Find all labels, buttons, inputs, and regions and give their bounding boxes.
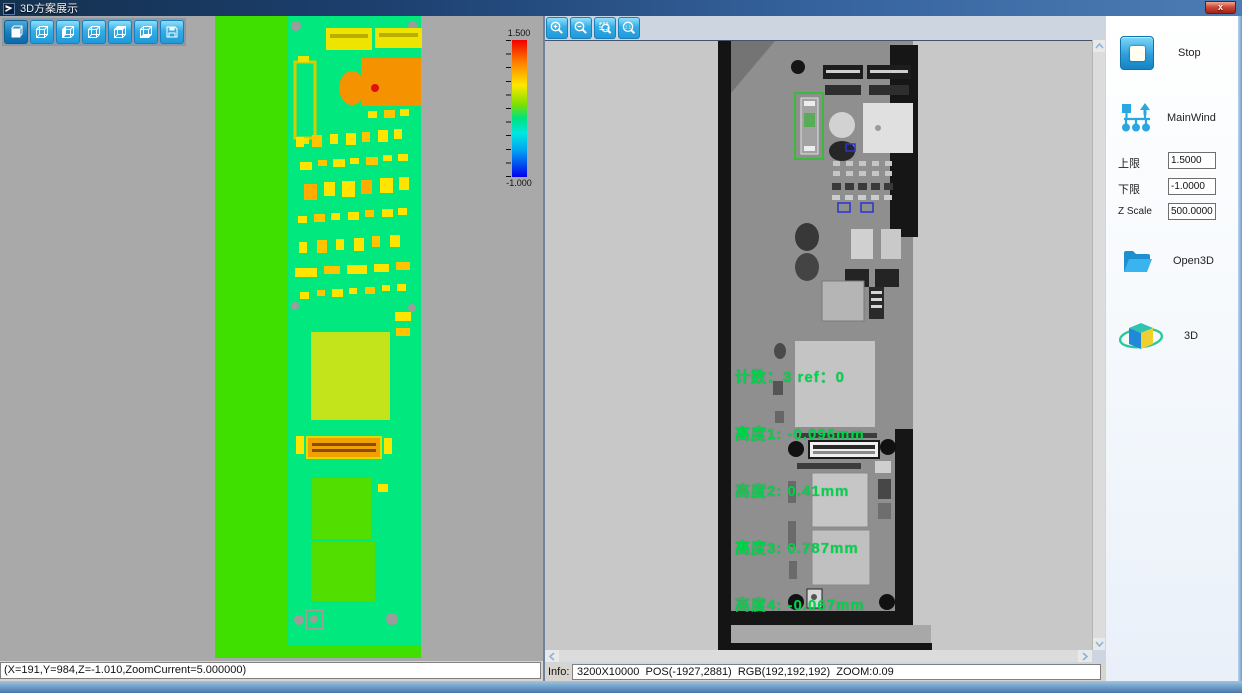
zoom-in-button[interactable] — [546, 17, 568, 39]
annotation-height2: 高度2: 0.41mm — [735, 482, 865, 501]
image-info-text: 3200X10000 POS(-1927,2881) RGB(192,192,1… — [572, 664, 1101, 680]
cube-top-face-icon — [112, 24, 128, 40]
cursor-status-text: (X=191,Y=984,Z=-1.010,ZoomCurrent=5.0000… — [0, 662, 541, 679]
view-cube-bottom-button[interactable] — [134, 20, 158, 44]
zoom-rect-icon — [597, 20, 613, 36]
colorbar-max-label: 1.500 — [498, 28, 540, 39]
stop-label: Stop — [1178, 47, 1201, 59]
left-statusbar: (X=191,Y=984,Z=-1.010,ZoomCurrent=5.0000… — [0, 661, 543, 681]
upper-limit-input[interactable] — [1168, 152, 1216, 169]
window-frame-right — [1238, 16, 1242, 681]
upper-limit-label: 上限 — [1118, 155, 1140, 171]
view-cube-wireframe-button[interactable] — [30, 20, 54, 44]
zoom-rect-button[interactable] — [594, 17, 616, 39]
cube-wireframe-icon — [34, 24, 50, 40]
info-label: Info: — [548, 666, 569, 678]
open3d-label: Open3D — [1173, 255, 1214, 267]
horizontal-scrollbar[interactable] — [545, 650, 1092, 662]
view-cube-front-button[interactable] — [82, 20, 106, 44]
grayscale-canvas[interactable]: 计数：3 ref：0 高度1: -0.096mm 高度2: 0.41mm 高度3… — [545, 40, 1092, 650]
right-statusbar: Info: 3200X10000 POS(-1927,2881) RGB(192… — [545, 664, 1105, 681]
view-cube-solid-button[interactable] — [4, 20, 28, 44]
close-button[interactable]: x — [1205, 1, 1236, 14]
annotation-height3: 高度3: 0.787mm — [735, 539, 865, 558]
zoom-out-icon — [573, 20, 589, 36]
mainwind-label: MainWind — [1167, 112, 1216, 124]
zoom-1to1-icon: 1:1 — [621, 20, 637, 36]
app-logo-icon — [3, 2, 15, 14]
window-title: 3D方案展示 — [20, 0, 78, 16]
lower-limit-input[interactable] — [1168, 178, 1216, 195]
save-button[interactable] — [160, 20, 184, 44]
heightmap-canvas[interactable]: 1.500 -1.000 — [0, 16, 543, 661]
annotation-height1: 高度1: -0.096mm — [735, 425, 865, 444]
view-cube-top-button[interactable] — [108, 20, 132, 44]
grayscale-panel: 1:1 — [545, 16, 1105, 681]
zoom-in-icon — [549, 20, 565, 36]
flowchart-icon — [1120, 102, 1154, 134]
cube-bottom-face-icon — [138, 24, 154, 40]
lower-limit-label: 下限 — [1118, 181, 1140, 197]
open3d-button[interactable]: Open3D — [1106, 246, 1239, 276]
folder-icon — [1121, 246, 1153, 276]
view-3d-button[interactable]: 3D — [1106, 314, 1239, 358]
view-toolbar — [2, 18, 186, 46]
mainwind-button[interactable]: MainWind — [1106, 102, 1239, 134]
heightmap-panel: 1.500 -1.000 (X=191,Y=984,Z=-1.010,ZoomC… — [0, 16, 543, 681]
titlebar: 3D方案展示 x — [0, 0, 1242, 16]
view-cube-left-button[interactable] — [56, 20, 80, 44]
cube-front-face-icon — [86, 24, 102, 40]
upper-limit-row: 上限 — [1106, 152, 1239, 170]
sidebar: Stop MainWind 上限 下限 Z Scale Open3D — [1105, 16, 1238, 681]
stop-button[interactable]: Stop — [1106, 36, 1239, 70]
z-scale-label: Z Scale — [1118, 206, 1152, 217]
scroll-right-icon[interactable] — [1078, 650, 1092, 662]
scroll-left-icon[interactable] — [545, 650, 559, 662]
window-frame-bottom — [0, 681, 1242, 693]
zoom-1to1-button[interactable]: 1:1 — [618, 17, 640, 39]
heightmap-image — [0, 16, 543, 661]
colorbar-min-label: -1.000 — [498, 178, 540, 189]
z-scale-input[interactable] — [1168, 203, 1216, 220]
annotation-height4: 高度4: -0.067mm — [735, 596, 865, 615]
z-scale-row: Z Scale — [1106, 203, 1239, 221]
height-colorbar: 1.500 -1.000 — [498, 28, 540, 189]
zoom-toolbar: 1:1 — [545, 16, 1105, 40]
lower-limit-row: 下限 — [1106, 178, 1239, 196]
cube-solid-icon — [8, 24, 24, 40]
cube-3d-orbit-icon — [1117, 314, 1165, 358]
annotation-count: 计数：3 ref：0 — [735, 368, 865, 387]
cube-left-face-icon — [60, 24, 76, 40]
colorbar-gradient — [512, 40, 527, 177]
save-icon — [164, 24, 180, 40]
measurement-annotations: 计数：3 ref：0 高度1: -0.096mm 高度2: 0.41mm 高度3… — [735, 330, 865, 650]
svg-text:1:1: 1:1 — [625, 25, 632, 30]
view-3d-label: 3D — [1184, 330, 1198, 342]
zoom-out-button[interactable] — [570, 17, 592, 39]
stop-icon — [1120, 36, 1154, 70]
colorbar-ticks — [506, 40, 511, 177]
vertical-scrollbar[interactable] — [1092, 40, 1105, 650]
